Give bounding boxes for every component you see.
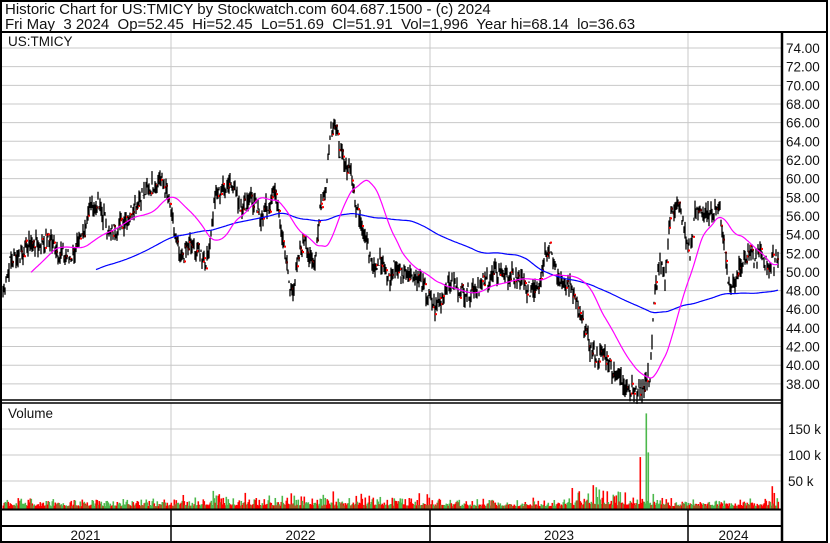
symbol-label: US:TMICY — [8, 34, 73, 49]
close-marker — [773, 253, 775, 256]
volume-bars — [2, 413, 780, 509]
close-marker — [284, 245, 286, 248]
price-tick-label: 54.00 — [786, 228, 820, 243]
close-marker — [184, 260, 186, 263]
close-marker — [338, 132, 340, 135]
price-tick-label: 42.00 — [786, 340, 820, 355]
price-tick-label: 56.00 — [786, 209, 820, 224]
close-marker — [482, 280, 484, 283]
volume-bar — [777, 501, 780, 509]
close-marker — [726, 259, 728, 262]
close-marker — [425, 283, 427, 286]
close-marker — [632, 382, 634, 385]
close-marker — [297, 265, 299, 268]
price-tick-label: 38.00 — [786, 377, 820, 392]
price-tick-label: 68.00 — [786, 97, 820, 112]
volume-axis-labels: 150 k 100 k 50 k — [788, 422, 821, 489]
close-marker — [460, 296, 462, 299]
close-marker — [435, 313, 437, 316]
price-tick-label: 48.00 — [786, 284, 820, 299]
price-tick-label: 64.00 — [786, 134, 820, 149]
close-marker — [670, 217, 672, 220]
price-tick-label: 46.00 — [786, 302, 820, 317]
close-marker — [693, 235, 695, 238]
close-marker — [322, 206, 324, 209]
close-marker — [24, 255, 26, 258]
close-marker — [669, 226, 671, 229]
volume-bar — [647, 452, 650, 509]
close-marker — [667, 261, 669, 264]
close-marker — [45, 246, 47, 249]
year-label-2021: 2021 — [70, 528, 100, 543]
long-moving-average-line — [95, 212, 779, 314]
price-tick-label: 40.00 — [786, 358, 820, 373]
price-tick-label: 66.00 — [786, 116, 820, 131]
close-marker — [54, 241, 56, 244]
close-marker — [599, 360, 601, 363]
price-axis-labels: 74.00 72.00 70.00 68.00 66.00 64.00 62.00 60.00… — [786, 41, 820, 392]
close-marker — [527, 293, 529, 296]
volume-bar — [645, 413, 648, 509]
volume-bar — [639, 457, 642, 509]
volume-label: Volume — [8, 406, 53, 421]
close-marker — [221, 193, 223, 196]
stock-chart: Historic Chart for US:TMICY by Stockwatc… — [0, 0, 828, 543]
year-label-2023: 2023 — [544, 528, 574, 543]
price-tick-label: 58.00 — [786, 190, 820, 205]
price-tick-label: 60.00 — [786, 172, 820, 187]
volume-tick-label: 50 k — [788, 474, 814, 489]
close-marker — [321, 202, 323, 205]
close-marker — [580, 311, 582, 314]
close-marker — [206, 267, 208, 270]
close-marker — [279, 209, 281, 212]
year-label-2022: 2022 — [285, 528, 315, 543]
close-marker — [270, 210, 272, 213]
close-marker — [302, 250, 304, 253]
close-marker — [204, 257, 206, 260]
close-marker — [443, 295, 445, 298]
close-marker — [634, 392, 636, 395]
price-tick-label: 52.00 — [786, 246, 820, 261]
close-marker — [343, 155, 345, 158]
close-marker — [26, 239, 28, 242]
volume-tick-label: 100 k — [788, 448, 821, 463]
close-marker — [80, 237, 82, 240]
close-marker — [223, 182, 225, 185]
price-tick-label: 62.00 — [786, 153, 820, 168]
price-tick-label: 70.00 — [786, 78, 820, 93]
quote-summary: Fri May 3 2024 Op=52.45 Hi=52.45 Lo=51.6… — [5, 16, 635, 33]
close-marker — [607, 355, 609, 358]
close-marker — [688, 249, 690, 252]
price-tick-label: 74.00 — [786, 41, 820, 56]
close-marker — [362, 225, 364, 228]
close-marker — [352, 179, 354, 182]
year-label-2024: 2024 — [718, 528, 749, 543]
close-marker — [550, 241, 552, 244]
close-marker — [761, 247, 763, 250]
close-marker — [525, 282, 527, 285]
price-tick-label: 50.00 — [786, 265, 820, 280]
volume-tick-label: 150 k — [788, 422, 821, 437]
price-tick-label: 72.00 — [786, 60, 820, 75]
close-marker — [276, 193, 278, 196]
price-tick-label: 44.00 — [786, 321, 820, 336]
close-marker — [386, 269, 388, 272]
close-marker — [170, 202, 172, 205]
close-marker — [654, 302, 656, 305]
short-moving-average-line — [30, 179, 779, 379]
close-marker — [656, 281, 658, 284]
